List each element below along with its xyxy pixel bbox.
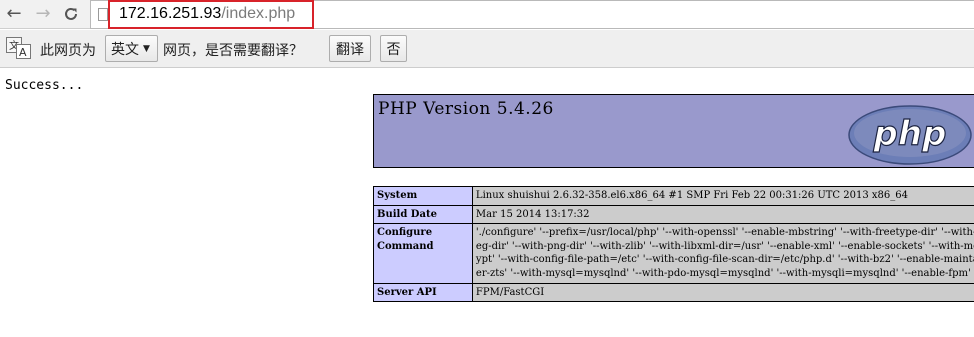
logo-text: php — [873, 114, 947, 154]
translate-prompt-suffix: 网页，是否需要翻译？ — [163, 43, 303, 59]
row-value: Mar 15 2014 13:17:32 — [471, 204, 974, 225]
caret-down-icon: ▼ — [143, 43, 150, 54]
arrow-left-icon: ← — [6, 3, 22, 24]
table-row: System Linux shuishui 2.6.32-358.el6.x86… — [373, 186, 974, 206]
row-value: './configure' '--prefix=/usr/local/php' … — [471, 223, 974, 284]
translate-icon: 文 A — [6, 37, 31, 59]
language-select-value: 英文 — [111, 41, 139, 58]
translate-infobar: 文 A 此网页为 英文 ▼ 网页，是否需要翻译？ 翻译 否 — [0, 30, 974, 68]
reload-icon — [65, 7, 77, 20]
table-row: Build Date Mar 15 2014 13:17:32 — [373, 204, 974, 225]
svg-text:A: A — [19, 46, 27, 59]
php-header: PHP Version 5.4.26 php — [373, 94, 974, 168]
row-value: FPM/FastCGI — [471, 282, 974, 303]
url-path: /index.php — [221, 5, 296, 22]
translate-button[interactable]: 翻译 — [329, 35, 371, 62]
url-text[interactable]: 172.16.251.93/index.php — [119, 4, 295, 24]
table-row: Configure Command './configure' '--prefi… — [373, 223, 974, 284]
no-translate-button[interactable]: 否 — [380, 35, 407, 62]
address-bar[interactable]: 172.16.251.93/index.php — [90, 0, 974, 29]
page-title: PHP Version 5.4.26 — [378, 99, 554, 119]
row-key: Server API — [373, 282, 473, 303]
translate-prompt-prefix: 此网页为 — [40, 43, 96, 59]
row-key: System — [373, 186, 473, 206]
table-row: Server API FPM/FastCGI — [373, 282, 974, 303]
reload-button[interactable] — [60, 3, 82, 25]
row-key: Configure Command — [373, 223, 473, 284]
row-key: Build Date — [373, 204, 473, 225]
browser-toolbar: ← → 172.16.251.93/index.php — [0, 0, 974, 29]
php-info-table: System Linux shuishui 2.6.32-358.el6.x86… — [373, 186, 974, 303]
status-text: Success... — [5, 78, 84, 93]
php-logo: php — [848, 105, 972, 165]
language-select[interactable]: 英文 ▼ — [105, 35, 158, 62]
page-icon — [98, 8, 108, 21]
url-host: 172.16.251.93 — [119, 5, 222, 22]
back-button[interactable]: ← — [3, 3, 25, 25]
row-value: Linux shuishui 2.6.32-358.el6.x86_64 #1 … — [471, 186, 974, 206]
forward-button[interactable]: → — [32, 3, 54, 25]
arrow-right-icon: → — [35, 3, 51, 24]
